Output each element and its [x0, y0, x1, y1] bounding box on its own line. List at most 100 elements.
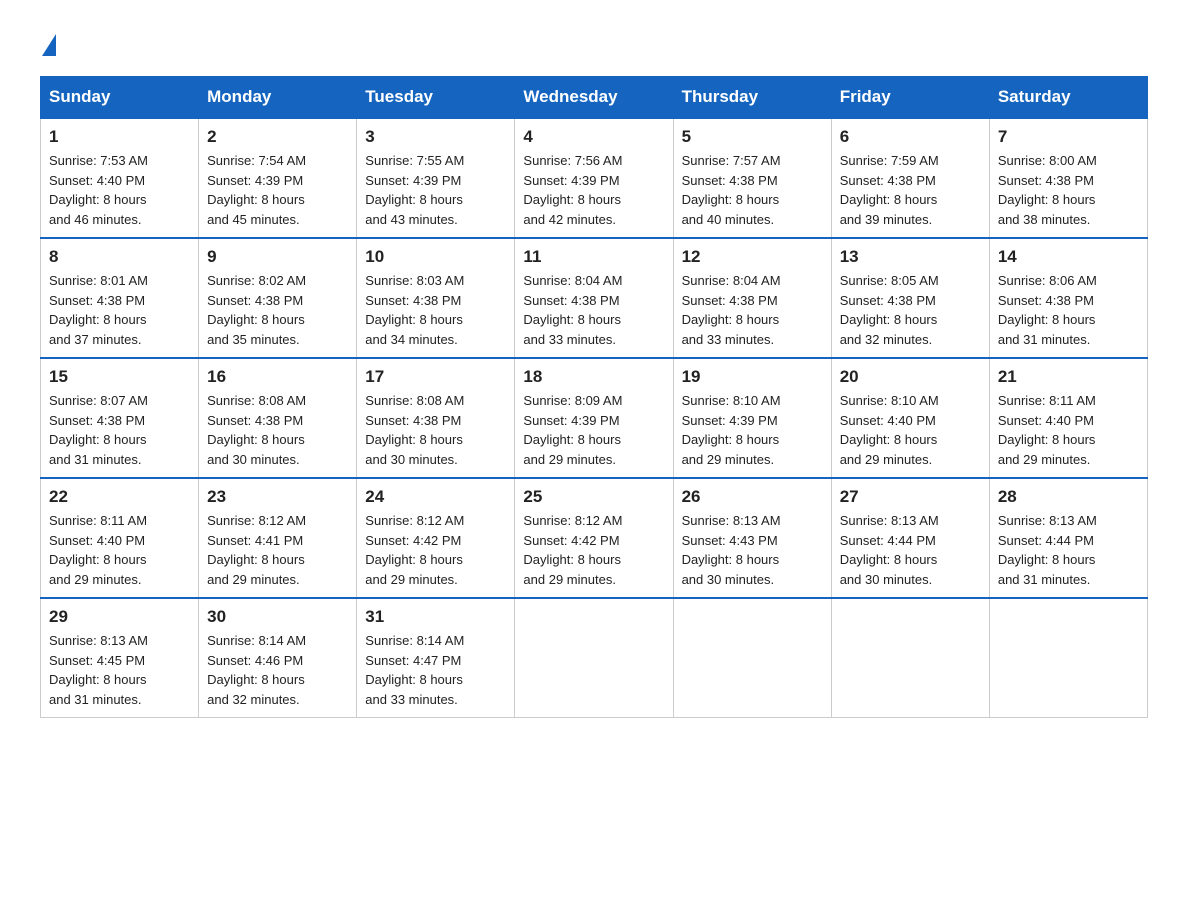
calendar-header-row: SundayMondayTuesdayWednesdayThursdayFrid…	[41, 77, 1148, 119]
day-info: Sunrise: 8:10 AM Sunset: 4:39 PM Dayligh…	[682, 391, 823, 469]
day-info: Sunrise: 8:01 AM Sunset: 4:38 PM Dayligh…	[49, 271, 190, 349]
day-info: Sunrise: 8:13 AM Sunset: 4:45 PM Dayligh…	[49, 631, 190, 709]
day-info: Sunrise: 8:04 AM Sunset: 4:38 PM Dayligh…	[523, 271, 664, 349]
day-info: Sunrise: 8:05 AM Sunset: 4:38 PM Dayligh…	[840, 271, 981, 349]
calendar-day-cell: 19 Sunrise: 8:10 AM Sunset: 4:39 PM Dayl…	[673, 358, 831, 478]
day-info: Sunrise: 8:06 AM Sunset: 4:38 PM Dayligh…	[998, 271, 1139, 349]
calendar-day-cell: 2 Sunrise: 7:54 AM Sunset: 4:39 PM Dayli…	[199, 118, 357, 238]
calendar-day-cell: 28 Sunrise: 8:13 AM Sunset: 4:44 PM Dayl…	[989, 478, 1147, 598]
page-header	[40, 30, 1148, 56]
day-number: 13	[840, 247, 981, 267]
day-number: 21	[998, 367, 1139, 387]
calendar-day-cell: 8 Sunrise: 8:01 AM Sunset: 4:38 PM Dayli…	[41, 238, 199, 358]
day-number: 25	[523, 487, 664, 507]
calendar-day-cell: 10 Sunrise: 8:03 AM Sunset: 4:38 PM Dayl…	[357, 238, 515, 358]
calendar-day-cell: 29 Sunrise: 8:13 AM Sunset: 4:45 PM Dayl…	[41, 598, 199, 718]
day-number: 8	[49, 247, 190, 267]
day-number: 31	[365, 607, 506, 627]
day-info: Sunrise: 7:54 AM Sunset: 4:39 PM Dayligh…	[207, 151, 348, 229]
day-number: 7	[998, 127, 1139, 147]
calendar-day-cell: 12 Sunrise: 8:04 AM Sunset: 4:38 PM Dayl…	[673, 238, 831, 358]
day-number: 26	[682, 487, 823, 507]
calendar-week-row: 8 Sunrise: 8:01 AM Sunset: 4:38 PM Dayli…	[41, 238, 1148, 358]
day-info: Sunrise: 8:03 AM Sunset: 4:38 PM Dayligh…	[365, 271, 506, 349]
day-info: Sunrise: 8:13 AM Sunset: 4:43 PM Dayligh…	[682, 511, 823, 589]
logo-triangle-icon	[42, 34, 56, 56]
calendar-day-cell: 17 Sunrise: 8:08 AM Sunset: 4:38 PM Dayl…	[357, 358, 515, 478]
day-number: 5	[682, 127, 823, 147]
day-number: 24	[365, 487, 506, 507]
day-number: 18	[523, 367, 664, 387]
calendar-day-cell: 22 Sunrise: 8:11 AM Sunset: 4:40 PM Dayl…	[41, 478, 199, 598]
calendar-day-cell: 24 Sunrise: 8:12 AM Sunset: 4:42 PM Dayl…	[357, 478, 515, 598]
day-info: Sunrise: 8:10 AM Sunset: 4:40 PM Dayligh…	[840, 391, 981, 469]
logo	[40, 30, 56, 56]
calendar-day-cell: 31 Sunrise: 8:14 AM Sunset: 4:47 PM Dayl…	[357, 598, 515, 718]
calendar-day-cell: 15 Sunrise: 8:07 AM Sunset: 4:38 PM Dayl…	[41, 358, 199, 478]
day-number: 22	[49, 487, 190, 507]
day-number: 6	[840, 127, 981, 147]
day-info: Sunrise: 7:57 AM Sunset: 4:38 PM Dayligh…	[682, 151, 823, 229]
day-info: Sunrise: 8:14 AM Sunset: 4:46 PM Dayligh…	[207, 631, 348, 709]
empty-cell	[831, 598, 989, 718]
calendar-day-cell: 25 Sunrise: 8:12 AM Sunset: 4:42 PM Dayl…	[515, 478, 673, 598]
day-number: 4	[523, 127, 664, 147]
day-number: 1	[49, 127, 190, 147]
col-header-sunday: Sunday	[41, 77, 199, 119]
calendar-day-cell: 27 Sunrise: 8:13 AM Sunset: 4:44 PM Dayl…	[831, 478, 989, 598]
day-number: 3	[365, 127, 506, 147]
day-info: Sunrise: 8:07 AM Sunset: 4:38 PM Dayligh…	[49, 391, 190, 469]
empty-cell	[515, 598, 673, 718]
day-info: Sunrise: 7:53 AM Sunset: 4:40 PM Dayligh…	[49, 151, 190, 229]
calendar-day-cell: 16 Sunrise: 8:08 AM Sunset: 4:38 PM Dayl…	[199, 358, 357, 478]
day-number: 11	[523, 247, 664, 267]
calendar-week-row: 15 Sunrise: 8:07 AM Sunset: 4:38 PM Dayl…	[41, 358, 1148, 478]
day-info: Sunrise: 8:04 AM Sunset: 4:38 PM Dayligh…	[682, 271, 823, 349]
col-header-saturday: Saturday	[989, 77, 1147, 119]
day-number: 29	[49, 607, 190, 627]
col-header-thursday: Thursday	[673, 77, 831, 119]
empty-cell	[989, 598, 1147, 718]
calendar-day-cell: 23 Sunrise: 8:12 AM Sunset: 4:41 PM Dayl…	[199, 478, 357, 598]
day-info: Sunrise: 7:55 AM Sunset: 4:39 PM Dayligh…	[365, 151, 506, 229]
calendar-week-row: 1 Sunrise: 7:53 AM Sunset: 4:40 PM Dayli…	[41, 118, 1148, 238]
day-number: 12	[682, 247, 823, 267]
calendar-week-row: 29 Sunrise: 8:13 AM Sunset: 4:45 PM Dayl…	[41, 598, 1148, 718]
day-number: 17	[365, 367, 506, 387]
day-info: Sunrise: 8:12 AM Sunset: 4:41 PM Dayligh…	[207, 511, 348, 589]
calendar-day-cell: 21 Sunrise: 8:11 AM Sunset: 4:40 PM Dayl…	[989, 358, 1147, 478]
day-info: Sunrise: 8:08 AM Sunset: 4:38 PM Dayligh…	[365, 391, 506, 469]
calendar-day-cell: 4 Sunrise: 7:56 AM Sunset: 4:39 PM Dayli…	[515, 118, 673, 238]
empty-cell	[673, 598, 831, 718]
day-info: Sunrise: 8:11 AM Sunset: 4:40 PM Dayligh…	[998, 391, 1139, 469]
calendar-day-cell: 14 Sunrise: 8:06 AM Sunset: 4:38 PM Dayl…	[989, 238, 1147, 358]
day-number: 27	[840, 487, 981, 507]
day-info: Sunrise: 8:12 AM Sunset: 4:42 PM Dayligh…	[365, 511, 506, 589]
day-number: 16	[207, 367, 348, 387]
day-number: 15	[49, 367, 190, 387]
day-info: Sunrise: 8:14 AM Sunset: 4:47 PM Dayligh…	[365, 631, 506, 709]
calendar-day-cell: 3 Sunrise: 7:55 AM Sunset: 4:39 PM Dayli…	[357, 118, 515, 238]
day-number: 23	[207, 487, 348, 507]
calendar-day-cell: 13 Sunrise: 8:05 AM Sunset: 4:38 PM Dayl…	[831, 238, 989, 358]
day-number: 20	[840, 367, 981, 387]
calendar-day-cell: 26 Sunrise: 8:13 AM Sunset: 4:43 PM Dayl…	[673, 478, 831, 598]
calendar-day-cell: 6 Sunrise: 7:59 AM Sunset: 4:38 PM Dayli…	[831, 118, 989, 238]
day-number: 2	[207, 127, 348, 147]
calendar-table: SundayMondayTuesdayWednesdayThursdayFrid…	[40, 76, 1148, 718]
calendar-week-row: 22 Sunrise: 8:11 AM Sunset: 4:40 PM Dayl…	[41, 478, 1148, 598]
day-number: 30	[207, 607, 348, 627]
calendar-day-cell: 5 Sunrise: 7:57 AM Sunset: 4:38 PM Dayli…	[673, 118, 831, 238]
col-header-tuesday: Tuesday	[357, 77, 515, 119]
calendar-day-cell: 7 Sunrise: 8:00 AM Sunset: 4:38 PM Dayli…	[989, 118, 1147, 238]
calendar-day-cell: 9 Sunrise: 8:02 AM Sunset: 4:38 PM Dayli…	[199, 238, 357, 358]
col-header-wednesday: Wednesday	[515, 77, 673, 119]
day-info: Sunrise: 8:02 AM Sunset: 4:38 PM Dayligh…	[207, 271, 348, 349]
calendar-day-cell: 20 Sunrise: 8:10 AM Sunset: 4:40 PM Dayl…	[831, 358, 989, 478]
day-number: 19	[682, 367, 823, 387]
day-info: Sunrise: 8:12 AM Sunset: 4:42 PM Dayligh…	[523, 511, 664, 589]
day-info: Sunrise: 8:11 AM Sunset: 4:40 PM Dayligh…	[49, 511, 190, 589]
day-info: Sunrise: 8:13 AM Sunset: 4:44 PM Dayligh…	[840, 511, 981, 589]
calendar-day-cell: 11 Sunrise: 8:04 AM Sunset: 4:38 PM Dayl…	[515, 238, 673, 358]
col-header-monday: Monday	[199, 77, 357, 119]
